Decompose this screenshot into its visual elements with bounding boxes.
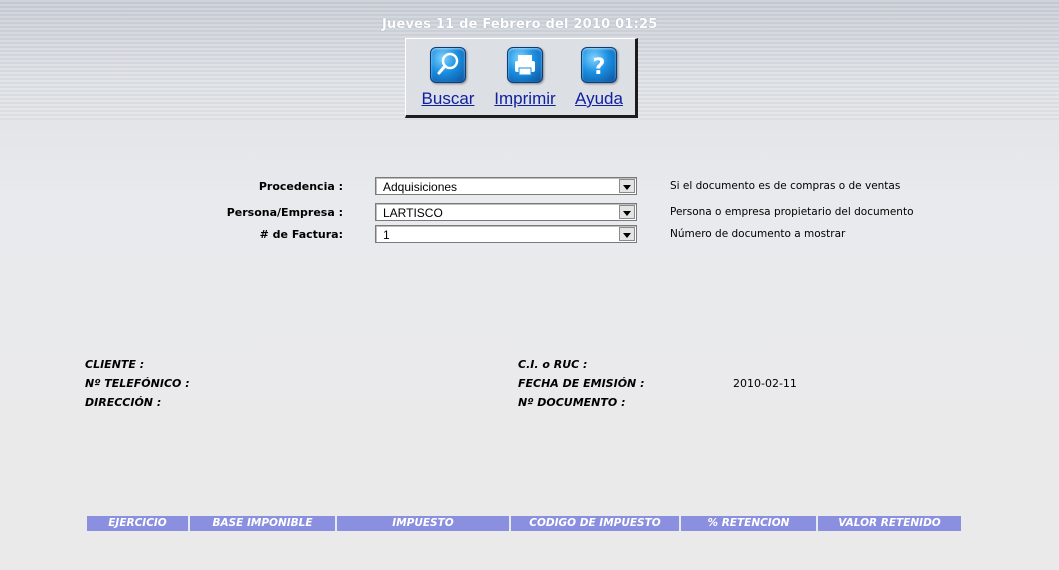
persona-label: Persona/Empresa : — [226, 206, 343, 219]
help-icon: ? — [581, 47, 617, 83]
date-time-title: Jueves 11 de Febrero del 2010 01:25 — [382, 17, 658, 32]
svg-text:?: ? — [593, 55, 606, 80]
procedencia-label: Procedencia : — [258, 180, 343, 193]
toolbar: Buscar Imprimir ? Ayuda — [405, 38, 638, 118]
chevron-down-icon[interactable] — [619, 205, 635, 219]
telefono-label: Nº TELEFÓNICO : — [85, 377, 190, 390]
retention-table-header: EJERCICIO BASE IMPONIBLE IMPUESTO CODIGO… — [87, 516, 961, 531]
help-button[interactable]: ? Ayuda — [569, 47, 629, 109]
ruc-label: C.I. o RUC : — [518, 358, 588, 371]
factura-label: # de Factura: — [259, 228, 343, 241]
persona-hint: Persona o empresa propietario del docume… — [670, 206, 914, 218]
col-valor-retenido: VALOR RETENIDO — [818, 516, 961, 531]
factura-select[interactable]: 1 — [375, 225, 637, 243]
print-label[interactable]: Imprimir — [490, 89, 560, 109]
fecha-emision-label: FECHA DE EMISIÓN : — [518, 377, 645, 390]
procedencia-hint: Si el documento es de compras o de venta… — [670, 180, 901, 192]
search-label[interactable]: Buscar — [418, 89, 478, 109]
direccion-label: DIRECCIÓN : — [85, 396, 162, 409]
factura-hint: Número de documento a mostrar — [670, 228, 846, 240]
magnifier-icon — [430, 47, 466, 83]
persona-select[interactable]: LARTISCO — [375, 203, 637, 221]
col-retencion: % RETENCION — [681, 516, 818, 531]
chevron-down-icon[interactable] — [619, 227, 635, 241]
print-button[interactable]: Imprimir — [490, 47, 560, 109]
printer-icon — [507, 47, 543, 83]
documento-label: Nº DOCUMENTO : — [518, 396, 626, 409]
factura-value: 1 — [383, 228, 390, 242]
col-codigo-impuesto: CODIGO DE IMPUESTO — [511, 516, 681, 531]
help-label[interactable]: Ayuda — [569, 89, 629, 109]
fecha-emision-value: 2010-02-11 — [733, 377, 797, 390]
search-button[interactable]: Buscar — [418, 47, 478, 109]
cliente-label: CLIENTE : — [85, 358, 145, 371]
col-impuesto: IMPUESTO — [337, 516, 511, 531]
procedencia-value: Adquisiciones — [383, 180, 458, 194]
procedencia-select[interactable]: Adquisiciones — [375, 177, 637, 195]
chevron-down-icon[interactable] — [619, 179, 635, 193]
persona-value: LARTISCO — [383, 206, 443, 220]
col-base-imponible: BASE IMPONIBLE — [190, 516, 337, 531]
col-ejercicio: EJERCICIO — [87, 516, 190, 531]
